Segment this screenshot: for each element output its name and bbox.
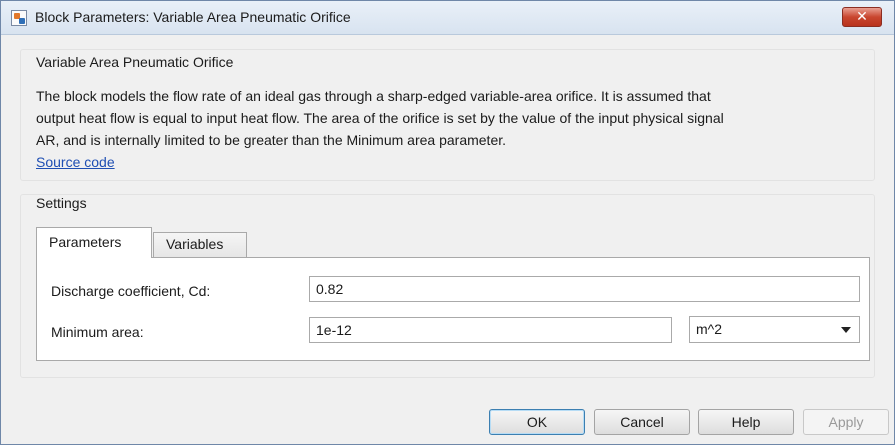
- minimum-area-unit-select[interactable]: m^2: [689, 316, 860, 343]
- block-description: The block models the flow rate of an ide…: [36, 85, 886, 151]
- tab-parameters[interactable]: Parameters: [36, 227, 152, 258]
- close-button[interactable]: ✕: [842, 7, 882, 27]
- block-title: Variable Area Pneumatic Orifice: [34, 54, 236, 70]
- apply-button[interactable]: Apply: [803, 409, 889, 435]
- minimum-area-field[interactable]: 1e-12: [309, 317, 672, 343]
- window-title: Block Parameters: Variable Area Pneumati…: [35, 9, 351, 25]
- discharge-coefficient-label: Discharge coefficient, Cd:: [51, 283, 211, 299]
- settings-title: Settings: [34, 195, 89, 211]
- cancel-button[interactable]: Cancel: [594, 409, 690, 435]
- chevron-down-icon: [841, 327, 851, 333]
- discharge-coefficient-field[interactable]: 0.82: [309, 276, 860, 302]
- close-icon: ✕: [856, 8, 868, 24]
- tab-variables[interactable]: Variables: [153, 232, 247, 257]
- help-button[interactable]: Help: [698, 409, 794, 435]
- unit-value: m^2: [696, 321, 723, 337]
- source-code-link[interactable]: Source code: [36, 154, 115, 170]
- title-bar[interactable]: Block Parameters: Variable Area Pneumati…: [1, 1, 894, 35]
- ok-button[interactable]: OK: [489, 409, 585, 435]
- block-parameters-icon: [11, 10, 27, 26]
- parameters-panel: Discharge coefficient, Cd: 0.82 Minimum …: [36, 257, 870, 361]
- description-line: The block models the flow rate of an ide…: [36, 88, 711, 104]
- description-line: output heat flow is equal to input heat …: [36, 110, 724, 126]
- block-parameters-dialog: Block Parameters: Variable Area Pneumati…: [0, 0, 895, 445]
- minimum-area-label: Minimum area:: [51, 324, 144, 340]
- description-line: AR, and is internally limited to be grea…: [36, 132, 507, 148]
